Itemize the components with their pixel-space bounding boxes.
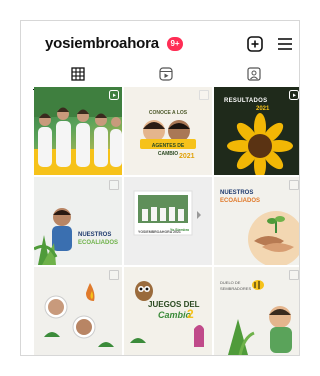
carousel-icon [289, 180, 299, 190]
profile-header: yosiembroahora 9+ [21, 21, 299, 61]
posts-grid: CONOCE A LOS AGENTES DE CAMBIO 2021 RESU… [34, 87, 299, 355]
post-thumbnail[interactable]: DUELO DE SEMBRADORES [214, 267, 299, 355]
tab-grid[interactable] [33, 65, 123, 90]
post-thumbnail[interactable] [34, 87, 122, 175]
kids-illustration [140, 120, 196, 149]
tab-tagged[interactable] [209, 65, 299, 87]
profile-username[interactable]: yosiembroahora [45, 35, 159, 52]
stickers-collage-image [44, 283, 114, 347]
tab-reels[interactable] [121, 65, 211, 87]
post-thumbnail[interactable] [34, 267, 122, 355]
reel-icon [109, 90, 119, 100]
kid-with-plant-image [34, 208, 72, 265]
carousel-icon [109, 270, 119, 280]
carousel-icon [109, 180, 119, 190]
profile-tabs [21, 65, 299, 90]
grid-icon [71, 67, 85, 81]
post-thumbnail[interactable]: NUESTROS ECOALIADOS [34, 177, 122, 265]
tagged-icon [247, 67, 261, 81]
notification-badge[interactable]: 9+ [167, 37, 183, 51]
post-thumbnail[interactable]: CONOCE A LOS AGENTES DE CAMBIO 2021 [124, 87, 212, 175]
post-year: 2021 [179, 153, 195, 160]
post-caption: YOSIEMBROAHORA 2021 [138, 230, 181, 234]
post-thumbnail[interactable]: RESULTADOS 2021 [214, 87, 299, 175]
sunflower-image [227, 113, 293, 175]
reel-icon [289, 90, 299, 100]
post-thumbnail[interactable]: NUESTROS ECOALIADOS [214, 177, 299, 265]
new-post-icon[interactable] [245, 34, 265, 54]
menu-icon[interactable] [275, 34, 295, 54]
reels-icon [159, 67, 173, 81]
post-number: 2 [187, 307, 194, 321]
post-title-line2: ECOALIADOS [78, 240, 119, 246]
post-thumbnail[interactable]: JUEGOS DEL Cambio 2 [124, 267, 212, 355]
post-title-line1: NUESTROS [78, 232, 112, 238]
group-photo [34, 87, 122, 175]
post-thumbnail[interactable]: Yo Siembro YOSIEMBROAHORA 2021 [124, 177, 212, 265]
hands-with-plant-image [248, 211, 299, 265]
carousel-icon [199, 90, 209, 100]
photo-card-image: Yo Siembro [133, 190, 201, 236]
boy-and-bee-image [228, 280, 292, 355]
profile-screen: yosiembroahora 9+ CONOCE A LOS AGENTES D… [20, 20, 300, 356]
carousel-icon [289, 270, 299, 280]
